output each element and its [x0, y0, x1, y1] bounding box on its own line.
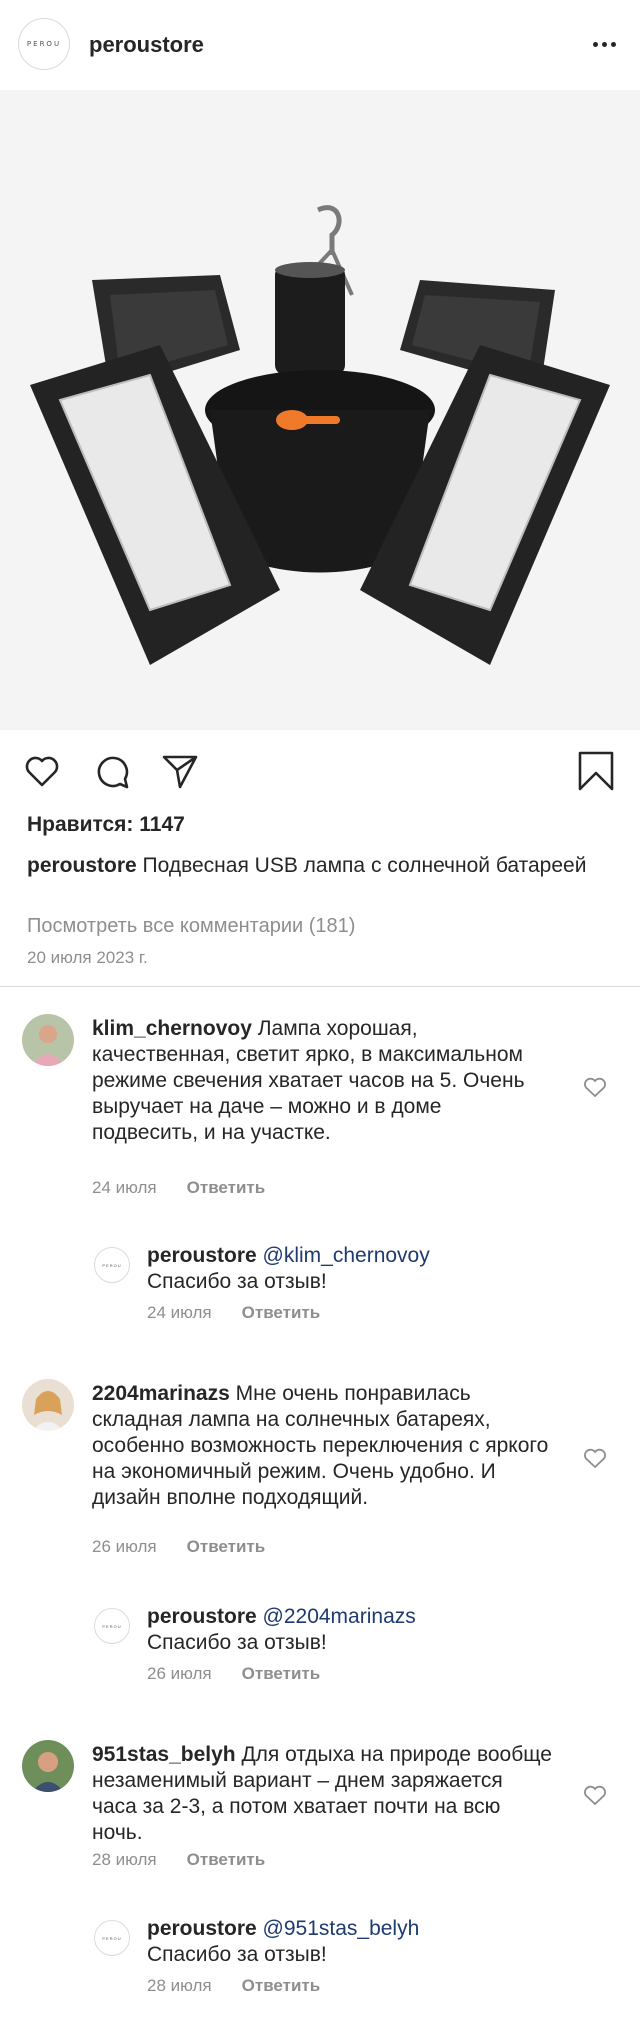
reply-meta: 28 июля Ответить	[147, 1976, 320, 1996]
likes-count[interactable]: Нравится: 1147	[27, 813, 185, 837]
post-actions	[0, 745, 640, 795]
reply-username[interactable]: peroustore	[147, 1244, 257, 1267]
like-heart-icon[interactable]	[22, 751, 62, 791]
reply-button[interactable]: Ответить	[242, 1303, 321, 1323]
reply-username[interactable]: peroustore	[147, 1917, 257, 1940]
reply-avatar[interactable]: PEROU	[94, 1608, 130, 1644]
view-all-comments-link[interactable]: Посмотреть все комментарии (181)	[27, 915, 355, 938]
reply-button[interactable]: Ответить	[242, 1664, 321, 1684]
comment-text: 951stas_belyh Для отдыха на природе вооб…	[92, 1743, 552, 1844]
divider	[0, 986, 640, 987]
comment-like-heart-icon[interactable]	[582, 1074, 608, 1100]
comment-date: 24 июля	[92, 1178, 157, 1197]
reply-button[interactable]: Ответить	[187, 1850, 266, 1870]
comment-meta: 26 июля Ответить	[92, 1537, 265, 1557]
profile-avatar[interactable]: PEROU	[18, 18, 70, 70]
reply-username[interactable]: peroustore	[147, 1605, 257, 1628]
caption-username[interactable]: peroustore	[27, 854, 137, 877]
comment-text: klim_chernovoy Лампа хорошая, качественн…	[92, 1017, 525, 1144]
post-date: 20 июля 2023 г.	[27, 948, 148, 967]
comment-meta: 24 июля Ответить	[92, 1178, 265, 1198]
caption-text: Подвесная USB лампа с солнечной батареей	[136, 854, 587, 877]
mention-link[interactable]: @klim_chernovoy	[257, 1244, 430, 1267]
avatar[interactable]	[22, 1740, 74, 1792]
mention-link[interactable]: @2204marinazs	[257, 1605, 416, 1628]
reply-meta: 24 июля Ответить	[147, 1303, 320, 1323]
reply-date: 26 июля	[147, 1664, 212, 1683]
header-username[interactable]: peroustore	[89, 32, 204, 58]
reply-button[interactable]: Ответить	[242, 1976, 321, 1996]
comment-username[interactable]: klim_chernovoy	[92, 1017, 252, 1040]
mention-link[interactable]: @951stas_belyh	[257, 1917, 420, 1940]
comment-meta: 28 июля Ответить	[92, 1850, 265, 1870]
post-caption: peroustore Подвесная USB лампа с солнечн…	[27, 851, 607, 881]
lamp-illustration	[30, 205, 610, 665]
post-image[interactable]	[0, 90, 640, 730]
comment-date: 28 июля	[92, 1850, 157, 1869]
comment-username[interactable]: 2204marinazs	[92, 1382, 230, 1405]
comment-text: 2204marinazs Мне очень понравилась склад…	[92, 1382, 549, 1509]
comment-username[interactable]: 951stas_belyh	[92, 1743, 236, 1766]
share-send-icon[interactable]	[160, 751, 200, 791]
post-header: PEROU peroustore	[0, 0, 640, 90]
reply-button[interactable]: Ответить	[187, 1178, 266, 1198]
reply-text: peroustore @951stas_belyh Спасибо за отзы…	[147, 1917, 420, 1966]
reply-date: 24 июля	[147, 1303, 212, 1322]
avatar[interactable]	[22, 1014, 74, 1066]
comment-like-heart-icon[interactable]	[582, 1445, 608, 1471]
logo-text: PEROU	[26, 40, 62, 48]
reply-meta: 26 июля Ответить	[147, 1664, 320, 1684]
avatar[interactable]	[22, 1379, 74, 1431]
comment-date: 26 июля	[92, 1537, 157, 1556]
more-options-icon[interactable]	[586, 30, 622, 58]
reply-avatar[interactable]: PEROU	[94, 1247, 130, 1283]
reply-date: 28 июля	[147, 1976, 212, 1995]
reply-button[interactable]: Ответить	[187, 1537, 266, 1557]
comment-like-heart-icon[interactable]	[582, 1782, 608, 1808]
reply-text: peroustore @klim_chernovoy Спасибо за отз…	[147, 1244, 430, 1293]
comment-bubble-icon[interactable]	[92, 751, 132, 791]
bookmark-save-icon[interactable]	[576, 751, 616, 791]
reply-text: peroustore @2204marinazs Спасибо за отзыв…	[147, 1605, 416, 1654]
reply-avatar[interactable]: PEROU	[94, 1920, 130, 1956]
